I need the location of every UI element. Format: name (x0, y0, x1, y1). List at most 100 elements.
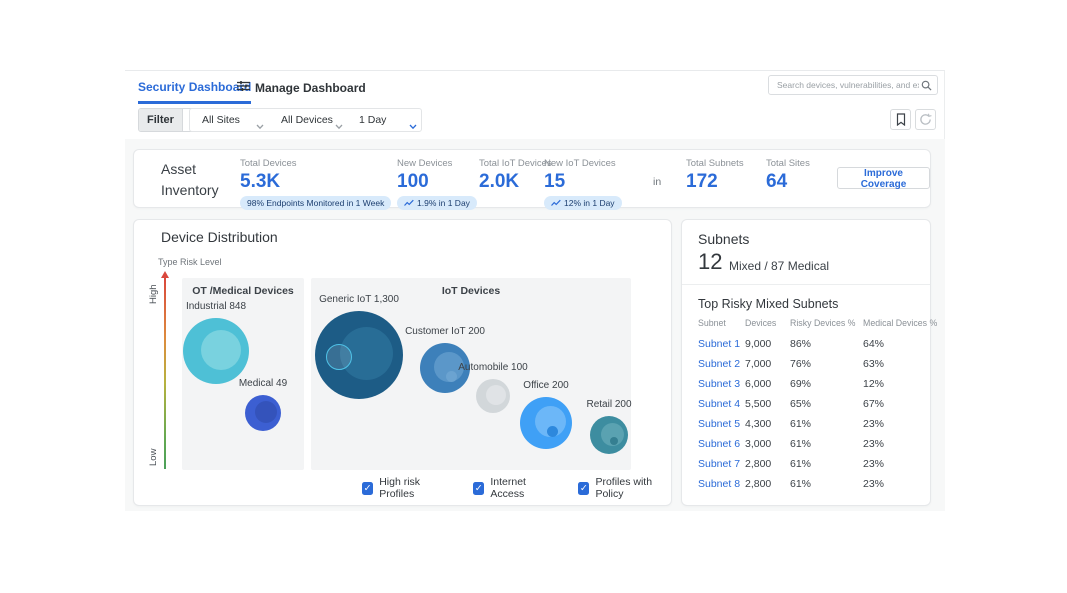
monitored-badge: 98% Endpoints Monitored in 1 Week (240, 196, 391, 210)
trend-badge: 1.9% in 1 Day (397, 196, 477, 210)
metric-total-devices: Total Devices 5.3K 98% Endpoints Monitor… (240, 158, 297, 193)
filter-button[interactable]: Filter (139, 109, 183, 131)
table-cell: 3,000 (745, 438, 790, 458)
table-cell: 64% (863, 338, 931, 358)
bubble-generic-iot[interactable] (315, 311, 403, 399)
metric-label: New Devices (397, 158, 452, 169)
bubble-inner-circle (255, 401, 277, 423)
bubble-label-retail: Retail 200 (539, 399, 679, 410)
timerange-dropdown-value: 1 Day (359, 114, 386, 126)
dashboard-content: Asset Inventory Total Devices 5.3K 98% E… (125, 139, 945, 511)
bubble-label-office: Office 200 (476, 380, 616, 391)
table-cell: 86% (790, 338, 863, 358)
search-icon (921, 80, 932, 91)
sites-dropdown-value: All Sites (202, 114, 240, 126)
checkbox-checked-icon: ✓ (362, 482, 373, 495)
table-cell: 23% (863, 478, 931, 498)
refresh-button[interactable] (915, 109, 936, 130)
subnet-link[interactable]: Subnet 6 (698, 438, 745, 458)
subnet-link[interactable]: Subnet 1 (698, 338, 745, 358)
scope-dropdowns: All Sites All Devices 1 Day (189, 108, 422, 132)
col-header-devices: Devices (745, 318, 790, 338)
subnet-link[interactable]: Subnet 2 (698, 358, 745, 378)
subnet-link[interactable]: Subnet 5 (698, 418, 745, 438)
metric-label: Total Subnets (686, 158, 744, 169)
sites-dropdown[interactable]: All Sites (202, 109, 240, 131)
metric-label: Total Sites (766, 158, 810, 169)
asset-inventory-title: Asset Inventory (161, 159, 231, 201)
global-search (768, 75, 938, 95)
metric-new-iot-devices: New IoT Devices 15 12% in 1 Day (544, 158, 616, 193)
bubble-retail[interactable] (590, 416, 628, 454)
tab-manage-label: Manage Dashboard (255, 81, 366, 95)
checkbox-high-risk-profiles[interactable]: ✓ High risk Profiles (362, 476, 447, 500)
bubble-layer: Industrial 848 Medical 49 Generic IoT 1,30… (134, 220, 671, 505)
col-header-subnet: Subnet (698, 318, 745, 338)
metric-label: Total Devices (240, 158, 297, 169)
trend-icon (404, 199, 414, 207)
devices-dropdown[interactable]: All Devices (281, 109, 333, 131)
checkbox-label: Internet Access (490, 476, 552, 500)
subnet-link[interactable]: Subnet 7 (698, 458, 745, 478)
tab-security-dashboard[interactable]: Security Dashboard (138, 80, 251, 104)
timerange-dropdown[interactable]: 1 Day (359, 109, 386, 131)
subnets-count-suffix: Mixed / 87 Medical (729, 259, 829, 273)
checkbox-label: High risk Profiles (379, 476, 447, 500)
col-header-medical: Medical Devices % (863, 318, 931, 338)
subnet-link[interactable]: Subnet 8 (698, 478, 745, 498)
dashboard-app: Security Dashboard Manage Dashboard Filt… (125, 70, 945, 510)
device-distribution-card: Device Distribution Type Risk Level High… (133, 219, 672, 506)
table-cell: 61% (790, 478, 863, 498)
table-cell: 61% (790, 418, 863, 438)
tab-manage-dashboard[interactable]: Manage Dashboard (237, 80, 366, 95)
bubble-label-customer-iot: Customer IoT 200 (375, 326, 515, 337)
sliders-icon (237, 80, 250, 95)
table-cell: 63% (863, 358, 931, 378)
bubble-label-generic-iot: Generic IoT 1,300 (289, 294, 429, 305)
bubble-label-medical: Medical 49 (193, 378, 333, 389)
checkbox-checked-icon: ✓ (473, 482, 484, 495)
metric-value: 172 (686, 171, 744, 193)
subnets-title: Subnets (698, 231, 749, 247)
bookmark-button[interactable] (890, 109, 911, 130)
table-cell: 12% (863, 378, 931, 398)
metric-value: 64 (766, 171, 810, 193)
table-cell: 2,800 (745, 478, 790, 498)
divider (682, 284, 930, 285)
profile-filters: ✓ High risk Profiles ✓ Internet Access ✓… (362, 476, 671, 500)
table-cell: 65% (790, 398, 863, 418)
improve-coverage-button[interactable]: Improve Coverage (837, 167, 930, 189)
bookmark-icon (896, 113, 906, 126)
table-cell: 23% (863, 438, 931, 458)
subnet-link[interactable]: Subnet 3 (698, 378, 745, 398)
table-cell: 23% (863, 418, 931, 438)
metric-total-subnets: Total Subnets 172 (686, 158, 744, 193)
bubble-industrial[interactable] (183, 318, 249, 384)
bubble-dot (610, 437, 618, 445)
metric-value: 15 (544, 171, 616, 193)
trend-badge: 12% in 1 Day (544, 196, 622, 210)
bubble-highlight-ring (326, 344, 352, 370)
table-cell: 6,000 (745, 378, 790, 398)
table-cell: 4,300 (745, 418, 790, 438)
metric-new-devices: New Devices 100 1.9% in 1 Day (397, 158, 452, 193)
in-label: in (653, 176, 661, 188)
top-risky-subnets-title: Top Risky Mixed Subnets (698, 297, 838, 311)
badge-text: 1.9% in 1 Day (417, 198, 470, 208)
chevron-down-icon[interactable] (256, 117, 264, 135)
checkbox-internet-access[interactable]: ✓ Internet Access (473, 476, 552, 500)
chevron-down-icon[interactable] (335, 117, 343, 135)
checkbox-profiles-with-policy[interactable]: ✓ Profiles with Policy (578, 476, 671, 500)
bubble-label-industrial: Industrial 848 (146, 301, 286, 312)
table-cell: 67% (863, 398, 931, 418)
badge-text: 12% in 1 Day (564, 198, 615, 208)
subnet-link[interactable]: Subnet 4 (698, 398, 745, 418)
bubble-medical[interactable] (245, 395, 281, 431)
checkbox-checked-icon: ✓ (578, 482, 589, 495)
metric-value: 2.0K (479, 171, 552, 193)
table-cell: 7,000 (745, 358, 790, 378)
search-input[interactable] (769, 77, 921, 93)
chevron-down-icon[interactable] (409, 117, 417, 135)
table-cell: 69% (790, 378, 863, 398)
table-cell: 9,000 (745, 338, 790, 358)
